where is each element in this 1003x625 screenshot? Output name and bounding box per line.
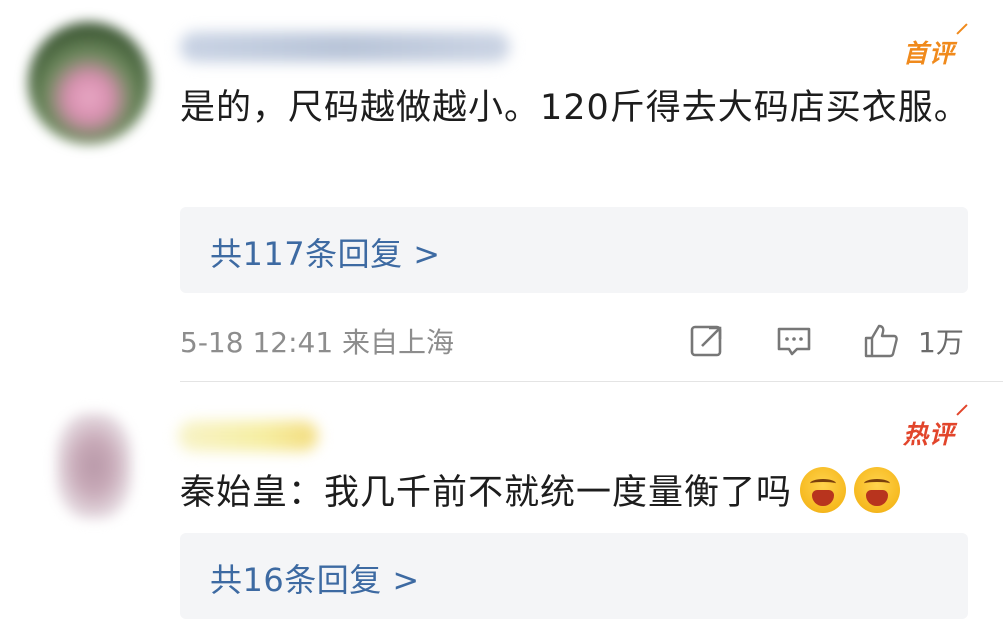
timestamp-location: 5-18 12:41 来自上海 — [180, 326, 455, 359]
comment-text: 是的，尺码越做越小。120斤得去大码店买衣服。 — [180, 88, 970, 128]
replies-panel: 共117条回复 > — [180, 207, 968, 293]
username-blurred[interactable] — [178, 421, 318, 451]
laughing-crying-icon — [854, 467, 901, 513]
view-replies-link[interactable]: 共117条回复 > — [210, 229, 441, 275]
like-count: 1万 — [918, 326, 964, 359]
avatar[interactable] — [56, 413, 132, 519]
divider — [180, 381, 1003, 382]
comment-feed: 首评 是的，尺码越做越小。120斤得去大码店买衣服。 共117条回复 > 5-1… — [0, 0, 1003, 625]
like-icon[interactable] — [862, 322, 900, 360]
view-replies-link[interactable]: 共16条回复 > — [210, 555, 420, 601]
comment-meta-row: 5-18 12:41 来自上海 1万 — [180, 318, 970, 362]
laughing-crying-icon — [800, 467, 847, 513]
first-comment-badge: 首评 — [903, 34, 955, 70]
replies-panel: 共16条回复 > — [180, 533, 968, 619]
comment-body: 秦始皇：我几千前不就统一度量衡了吗 — [180, 465, 970, 522]
comment-text: 秦始皇：我几千前不就统一度量衡了吗 — [180, 473, 793, 513]
hot-comment-badge: 热评 — [903, 415, 955, 451]
comment-item: 首评 是的，尺码越做越小。120斤得去大码店买衣服。 共117条回复 > 5-1… — [0, 0, 1003, 382]
share-icon[interactable] — [688, 322, 726, 360]
username-blurred[interactable] — [180, 32, 510, 62]
avatar[interactable] — [28, 22, 150, 144]
comment-item: 热评 秦始皇：我几千前不就统一度量衡了吗 共16条回复 > — [0, 383, 1003, 625]
comment-icon[interactable] — [775, 322, 813, 360]
